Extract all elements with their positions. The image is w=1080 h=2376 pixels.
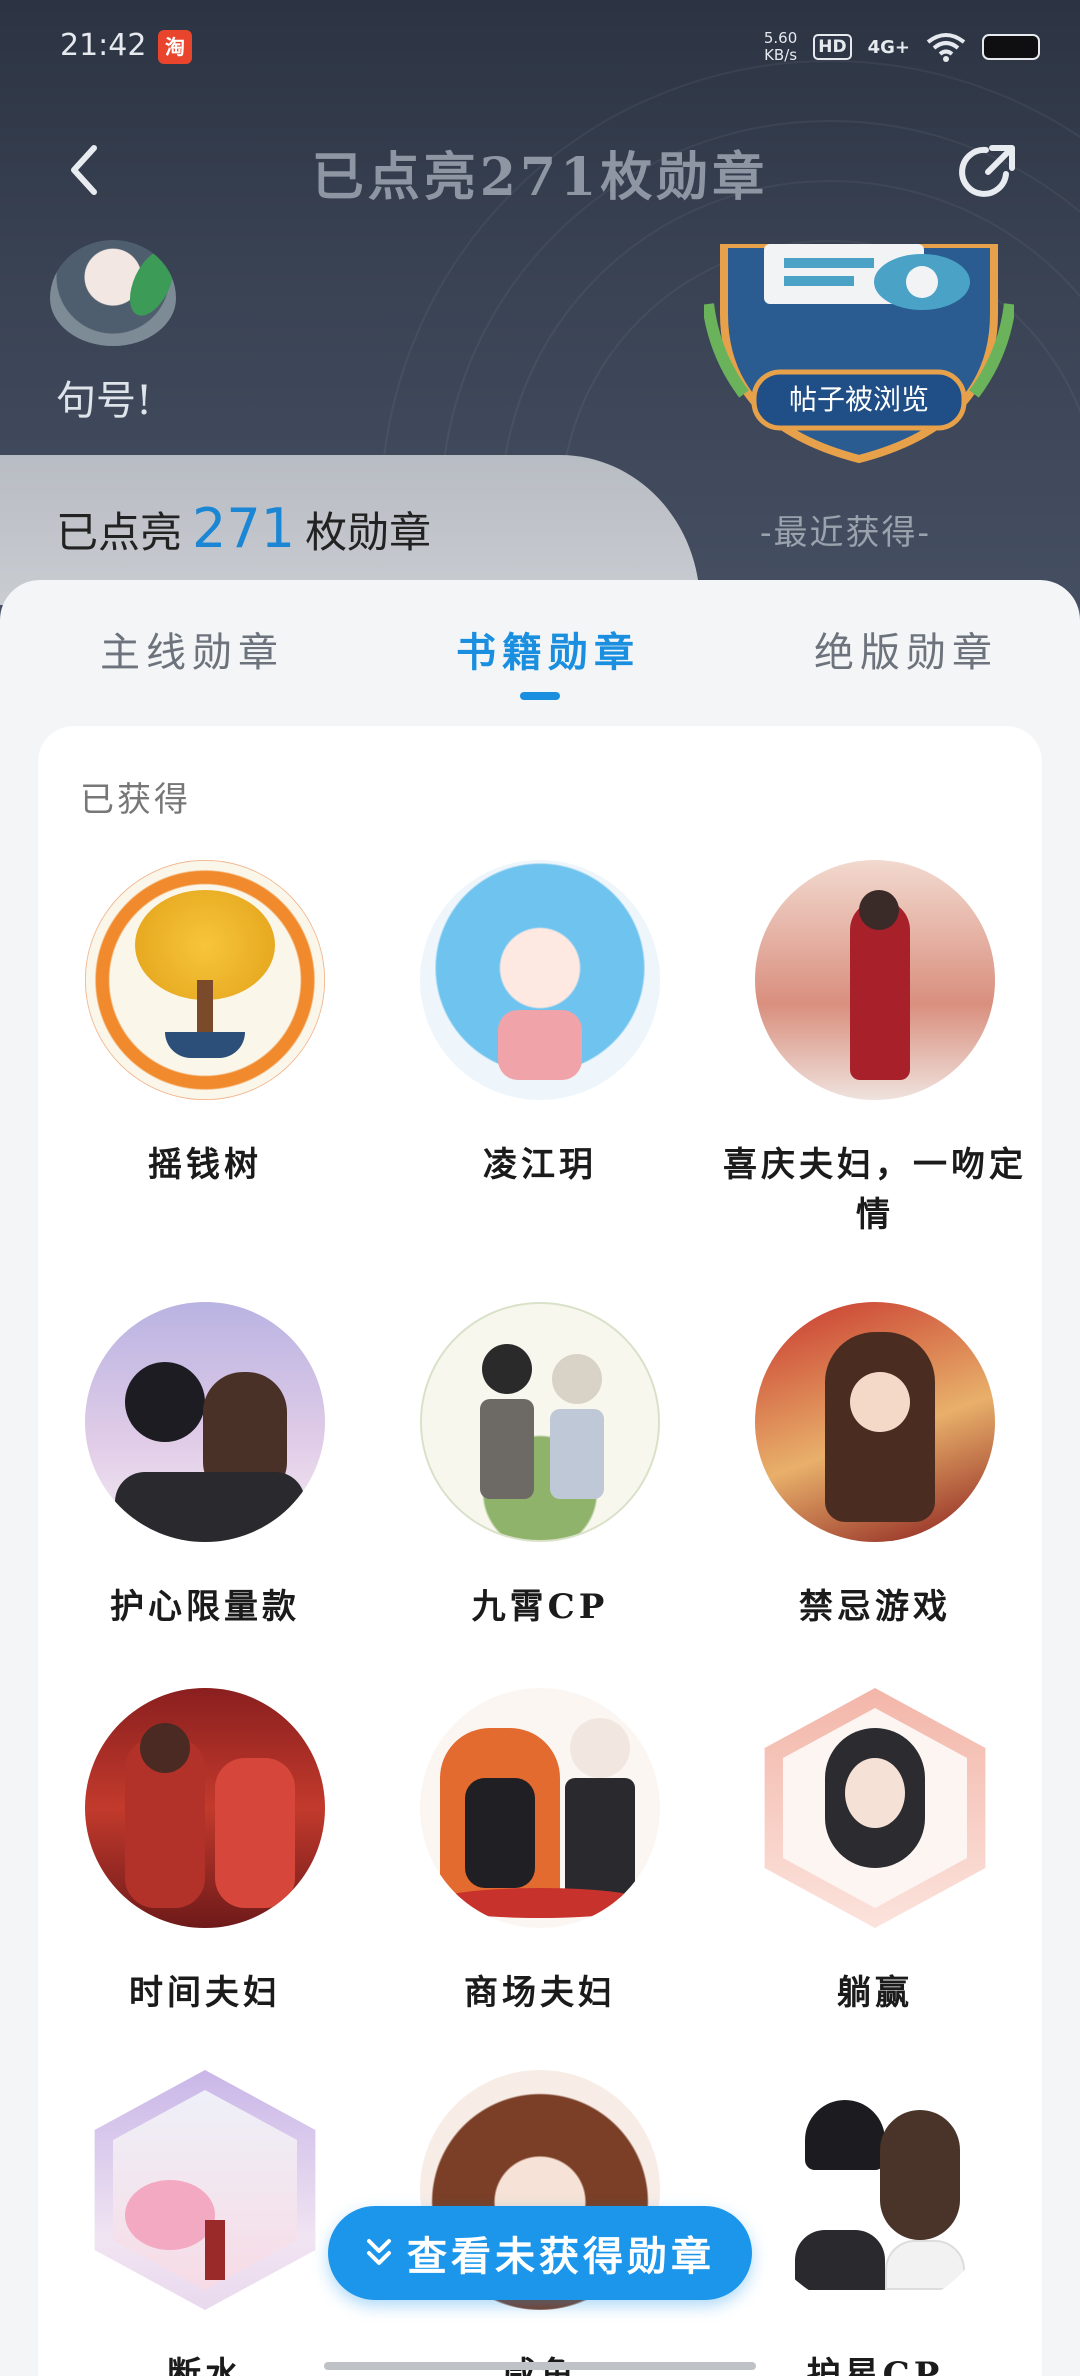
status-icons: 5.60 KB/s HD 4G+ xyxy=(764,30,1040,64)
status-time: 21:42 xyxy=(60,28,147,63)
hd-icon: HD xyxy=(813,34,852,60)
medal-name: 时间夫妇 xyxy=(129,1973,281,2013)
signal-icon: 4G+ xyxy=(867,36,910,58)
medal-name: 凌江玥 xyxy=(483,1145,597,1185)
view-unobtained-medals-button[interactable]: 查看未获得勋章 xyxy=(328,2206,752,2300)
medal-item[interactable]: 断水 xyxy=(40,2070,370,2376)
medal-name: 摇钱树 xyxy=(148,1145,262,1185)
medal-name: 喜庆夫妇，一吻定情 xyxy=(723,1145,1027,1235)
red-robe-couple-icon xyxy=(755,860,995,1100)
casual-couple-icon xyxy=(755,2070,995,2310)
active-tab-indicator xyxy=(520,692,560,700)
double-chevron-down-icon xyxy=(367,2239,391,2265)
nickname: 句号! xyxy=(56,378,153,424)
medal-name: 躺赢 xyxy=(837,1973,913,2013)
couple-portrait-icon xyxy=(85,1302,325,1542)
avatar[interactable] xyxy=(50,240,176,346)
battery-icon xyxy=(982,34,1040,60)
medal-count-number: 271 xyxy=(192,497,296,560)
medal-item[interactable]: 摇钱树 xyxy=(40,860,370,1190)
medal-item[interactable]: 禁忌游戏 xyxy=(710,1302,1040,1632)
hanfu-girl-icon xyxy=(764,1688,986,1928)
fab-label: 查看未获得勋章 xyxy=(407,2233,715,2280)
medal-name: 护心限量款 xyxy=(110,1587,300,1627)
taobao-notification-icon: 淘 xyxy=(158,30,192,64)
medal-item[interactable]: 护心限量款 xyxy=(40,1302,370,1632)
pavilion-icon xyxy=(94,2070,316,2310)
tab-limited-medals[interactable]: 绝版勋章 xyxy=(814,620,998,678)
medal-name: 商场夫妇 xyxy=(464,1973,616,2013)
medal-item[interactable]: 躺赢 xyxy=(710,1688,1040,2018)
tab-main-medals[interactable]: 主线勋章 xyxy=(100,620,284,678)
medal-name: 护星CP xyxy=(806,2355,944,2376)
medal-name: 九霄CP xyxy=(471,1587,609,1627)
medal-name: 断水 xyxy=(167,2355,243,2376)
network-speed: 5.60 KB/s xyxy=(763,29,798,64)
medal-name: 禁忌游戏 xyxy=(799,1587,951,1627)
money-tree-icon xyxy=(85,860,325,1100)
recent-badge-icon[interactable]: 帖子被浏览 xyxy=(704,244,1014,464)
status-bar: 21:42 淘 5.60 KB/s HD 4G+ xyxy=(0,0,1080,95)
wifi-icon xyxy=(926,33,966,62)
share-icon[interactable] xyxy=(956,140,1020,204)
tab-book-medals[interactable]: 书籍勋章 xyxy=(456,620,640,678)
royal-couple-icon xyxy=(420,1688,660,1928)
panel-title: 已获得 xyxy=(80,780,191,820)
medal-count: 已点亮 271 枚勋章 xyxy=(56,497,432,560)
recent-badge-label: 帖子被浏览 xyxy=(789,383,929,416)
medal-item[interactable]: 商场夫妇 xyxy=(375,1688,705,2018)
medal-item[interactable]: 九霄CP xyxy=(375,1302,705,1632)
wedding-couple-icon xyxy=(85,1688,325,1928)
medal-item[interactable]: 时间夫妇 xyxy=(40,1688,370,2018)
home-indicator[interactable] xyxy=(324,2362,756,2370)
medal-item[interactable]: 凌江玥 xyxy=(375,860,705,1190)
medal-item[interactable]: 喜庆夫妇，一吻定情 xyxy=(710,860,1040,1240)
blue-hair-girl-icon xyxy=(420,860,660,1100)
recent-caption: -最近获得- xyxy=(760,513,931,553)
red-dress-girl-icon xyxy=(755,1302,995,1542)
boys-garden-icon xyxy=(420,1302,660,1542)
page-title: 已点亮271枚勋章 xyxy=(311,147,769,208)
medal-item[interactable]: 护星CP xyxy=(710,2070,1040,2376)
